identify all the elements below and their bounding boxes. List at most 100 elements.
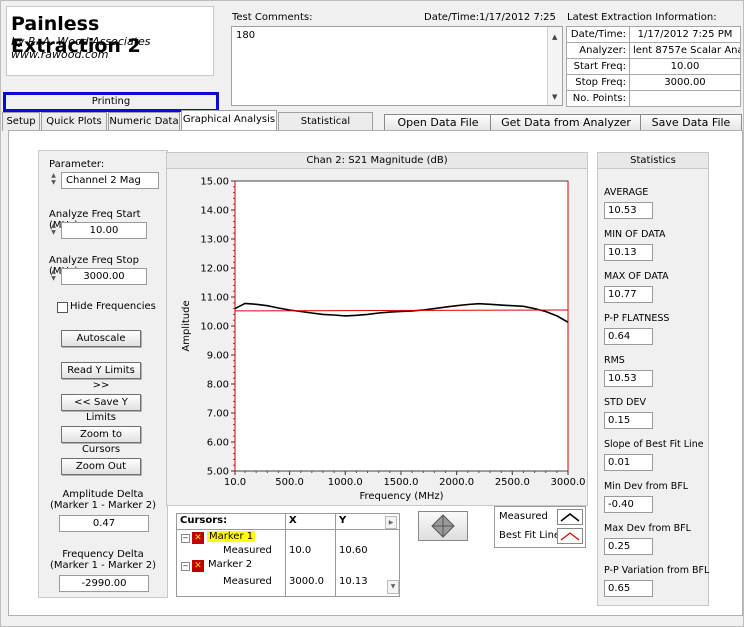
parameter-spinner[interactable]: ▲ ▼ (49, 172, 58, 187)
stat-value: 0.01 (604, 454, 653, 471)
move-diamond-icon[interactable] (419, 512, 467, 540)
frequency-delta-value: -2990.00 (59, 575, 149, 592)
column-divider (335, 514, 336, 596)
stat-label: Max Dev from BFL (604, 523, 691, 534)
cursors-header-y: Y (339, 515, 347, 526)
marker-2-icon: ✕ (192, 560, 204, 572)
stop-freq-input[interactable]: 3000.00 (61, 268, 147, 285)
x-tick-label: 500.0 (275, 477, 304, 488)
marker-1-icon: ✕ (192, 532, 204, 544)
scroll-up-icon[interactable]: ▲ (552, 33, 557, 41)
cursors-table[interactable]: Cursors: X Y ▶ − ✕ Marker 1 Measured 10.… (176, 513, 400, 597)
collapse-icon[interactable]: − (181, 562, 190, 571)
y-tick-label: 9.00 (207, 351, 229, 362)
datetime-label: Date/Time: (424, 12, 480, 23)
info-row: Start Freq: 10.00 (566, 58, 741, 75)
parameter-label: Parameter: (49, 159, 105, 170)
cursors-header-label: Cursors: (180, 515, 228, 526)
read-y-limits-button[interactable]: Read Y Limits >> (61, 362, 141, 391)
marker-2-y: 10.13 (339, 576, 368, 587)
legend-measured-label: Measured (499, 511, 548, 522)
stat-value: -0.40 (604, 496, 653, 513)
y-tick-label: 7.00 (207, 409, 229, 420)
latest-info-label: Latest Extraction Information: (567, 12, 717, 23)
start-freq-input[interactable]: 10.00 (61, 222, 147, 239)
stat-label: RMS (604, 355, 625, 366)
legend-bfl-label: Best Fit Line (499, 530, 561, 541)
scroll-down-icon[interactable]: ▼ (552, 93, 557, 101)
datetime-value: 1/17/2012 7:25 (479, 12, 556, 23)
stat-label: MIN OF DATA (604, 229, 666, 240)
x-tick-label: 2000.0 (439, 477, 474, 488)
y-tick-label: 11.00 (200, 293, 229, 304)
stat-value: 10.53 (604, 202, 653, 219)
marker-1-label[interactable]: Marker 1 (207, 531, 256, 542)
y-tick-label: 12.00 (200, 264, 229, 275)
x-tick-label: 2500.0 (495, 477, 530, 488)
company-name: by R. A. Wood Associates (11, 35, 151, 48)
marker-2-x: 3000.0 (289, 576, 324, 587)
zoom-out-button[interactable]: Zoom Out (61, 458, 141, 475)
x-tick-label: 3000.0 (551, 477, 586, 488)
info-value: 3000.00 (629, 74, 741, 91)
stat-label: Min Dev from BFL (604, 481, 689, 492)
y-axis-label: Amplitude (181, 300, 192, 351)
info-value: lent 8757e Scalar Analyz (629, 42, 741, 59)
tab-quick-plots[interactable]: Quick Plots (41, 112, 107, 131)
logo-box: Painless Extraction 2 by R. A. Wood Asso… (6, 6, 214, 76)
info-row: No. Points: (566, 90, 741, 107)
info-value (629, 90, 741, 107)
x-tick-label: 10.0 (224, 477, 246, 488)
legend-bfl-swatch[interactable] (557, 528, 583, 544)
hide-frequencies-checkbox[interactable] (57, 302, 68, 313)
start-freq-spinner[interactable]: ▲ ▼ (49, 222, 58, 237)
scroll-right-icon[interactable]: ▶ (385, 516, 397, 529)
plot-area (234, 180, 569, 472)
comments-scrollbar[interactable]: ▲ ▼ (547, 27, 562, 105)
tab-graphical-analysis[interactable]: Graphical Analysis (181, 110, 277, 132)
tab-statistical-analysis[interactable]: Statistical Analysis (278, 112, 373, 145)
stat-value: 0.15 (604, 412, 653, 429)
stat-label: P-P Variation from BFL (604, 565, 710, 576)
chart-legend: Measured Best Fit Line (494, 506, 586, 548)
parameter-select[interactable]: Channel 2 Mag (61, 172, 159, 189)
controls-panel: Parameter: ▲ ▼ Channel 2 Mag Analyze Freq… (38, 150, 168, 598)
tab-numeric-data[interactable]: Numeric Data (108, 112, 180, 131)
legend-measured-swatch[interactable] (557, 509, 583, 525)
stat-label: Slope of Best Fit Line (604, 439, 704, 450)
cursors-header-x: X (289, 515, 297, 526)
y-tick-label: 10.00 (200, 322, 229, 333)
x-axis-label: Frequency (MHz) (359, 491, 443, 502)
stop-freq-spinner[interactable]: ▲ ▼ (49, 268, 58, 283)
tab-setup[interactable]: Setup (2, 112, 40, 131)
stat-label: P-P FLATNESS (604, 313, 670, 324)
chart-area: 5.00 6.00 7.00 8.00 9.00 10.00 11.00 12.00 13.00… (166, 168, 588, 506)
autoscale-button[interactable]: Autoscale (61, 330, 141, 347)
stat-label: STD DEV (604, 397, 646, 408)
info-value: 10.00 (629, 58, 741, 75)
chart-svg[interactable]: 5.00 6.00 7.00 8.00 9.00 10.00 11.00 12.00 13.00… (167, 169, 587, 505)
stat-value: 10.77 (604, 286, 653, 303)
scroll-down-icon[interactable]: ▼ (387, 580, 399, 594)
y-tick-label: 13.00 (200, 235, 229, 246)
statistics-panel: AVERAGE 10.53 MIN OF DATA 10.13 MAX OF DATA 1… (597, 168, 709, 606)
y-tick-label: 14.00 (200, 206, 229, 217)
save-y-limits-button[interactable]: << Save Y Limits (61, 394, 141, 423)
x-tick-label: 1000.0 (328, 477, 363, 488)
cursor-move-pad[interactable] (418, 511, 468, 541)
marker-2-measured: Measured (223, 576, 272, 587)
info-row: Stop Freq: 3000.00 (566, 74, 741, 91)
info-key: Date/Time: (566, 26, 630, 43)
info-key: Start Freq: (566, 58, 630, 75)
marker-2-label[interactable]: Marker 2 (208, 559, 252, 570)
column-divider (285, 514, 286, 596)
hide-frequencies-label: Hide Frequencies (70, 301, 156, 312)
amplitude-delta-label: Amplitude Delta (Marker 1 - Marker 2) (50, 489, 156, 511)
test-comments-input[interactable]: 180 ▲ ▼ (231, 26, 563, 106)
stat-label: MAX OF DATA (604, 271, 669, 282)
y-tick-label: 6.00 (207, 438, 229, 449)
marker-1-measured: Measured (223, 545, 272, 556)
zoom-to-cursors-button[interactable]: Zoom to Cursors (61, 426, 141, 455)
collapse-icon[interactable]: − (181, 534, 190, 543)
stat-value: 10.53 (604, 370, 653, 387)
